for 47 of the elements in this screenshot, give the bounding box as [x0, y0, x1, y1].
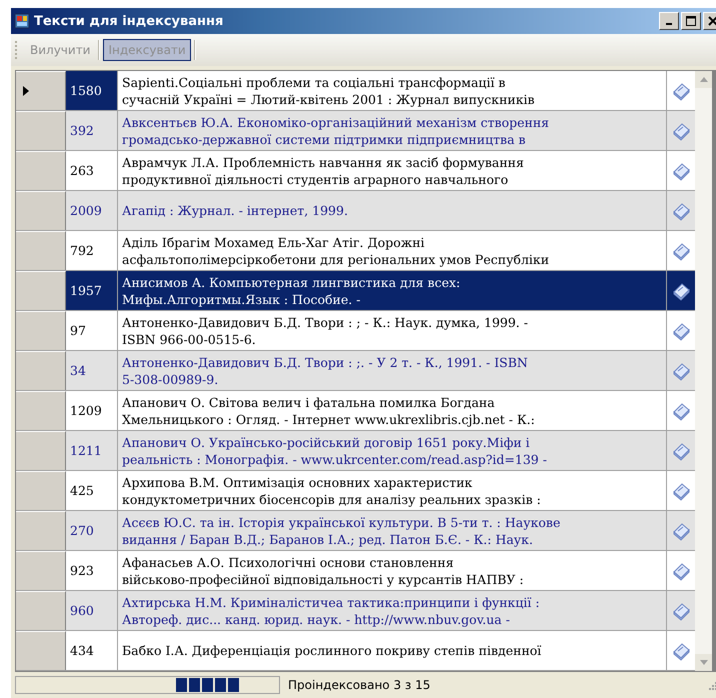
progress-blocks-drawing: [176, 678, 239, 692]
table-cell: Апанович О. Світова велич і фатальна помилка Богдана Хмельницького : Огляд. - Інтернет www.ukrexlibris.cjb.net - К.:: [118, 391, 667, 430]
minimize-icon: [666, 23, 672, 25]
minimize-button[interactable]: [659, 12, 679, 30]
resize-grip-icon: [707, 680, 716, 690]
scrollbar[interactable]: [695, 71, 712, 671]
table-cell: Аділь Ібрагім Мохамед Ель-Хаг Атіг. Дорожні асфальтополімерсіркобетони для регіональних умов Республіки: [118, 231, 667, 270]
grip-icon: [15, 40, 18, 60]
table-cell: 425: [66, 471, 118, 510]
table-cell: 2009: [66, 191, 118, 230]
maximize-button[interactable]: [681, 12, 701, 30]
table-cell: 434: [66, 631, 118, 670]
scroll-up-icon: [700, 77, 708, 82]
table-cell: Архипова В.М. Оптимізація основних характеристик кондуктометричних біосенсорів для аналізу реальних зразків :: [118, 471, 667, 510]
table-cell: 34: [66, 351, 118, 390]
table-cell: Антоненко-Давидович Б.Д. Твори : ;. - У 2 т. - К., 1991. - ISBN 5-308-00989-9.: [118, 351, 667, 390]
maximize-icon: [686, 16, 696, 26]
current-row-icon: [23, 86, 29, 96]
window-title: Тексти для індексування: [34, 14, 224, 28]
table-cell: 1957: [66, 271, 118, 310]
status-text: Проіндексовано 3 з 15: [288, 678, 432, 692]
close-icon: [708, 16, 716, 26]
table-cell: 1211: [66, 431, 118, 470]
table-cell: 792: [66, 231, 118, 270]
row-header[interactable]: [16, 71, 66, 110]
table-cell: Авксентьєв Ю.А. Економіко-організаційний механізм створення громадсько-державної системи підтримки підприємництва в: [118, 111, 667, 150]
app-icon: [14, 13, 30, 29]
table-cell: Аврамчук Л.А. Проблемність навчання як засіб формування продуктивної діяльності студентів аграрного навчального: [118, 151, 667, 190]
table-cell: 270: [66, 511, 118, 550]
table-cell: 97: [66, 311, 118, 350]
table-cell: Бабко І.А. Диференціація рослинного покриву степів південної: [118, 631, 667, 670]
table-cell: 1580: [66, 71, 118, 110]
table-cell: 263: [66, 151, 118, 190]
table-cell: 923: [66, 551, 118, 590]
table-cell: Антоненко-Давидович Б.Д. Твори : ; - К.: Наук. думка, 1999. - ISBN 966-00-0515-6.: [118, 311, 667, 350]
table-cell: Анисимов А. Компьютерная лингвистика для всех: Мифы.Алгоритмы.Язык : Пособие. -: [118, 271, 667, 310]
table-cell: 960: [66, 591, 118, 630]
table-cell: Агапід : Журнал. - інтернет, 1999.: [118, 191, 667, 230]
table-cell: Афанасьев А.О. Психологічні основи становлення військово-професійної відповідальності у курсантів НАПВУ :: [118, 551, 667, 590]
book-icon[interactable]: [671, 280, 691, 300]
table-cell: 1209: [66, 391, 118, 430]
table-cell: Апанович О. Українсько-російський договір 1651 року.Міфи і реальність : Монографія. - www.ukrcenter.com/read.asp?id=139 -: [118, 431, 667, 470]
scroll-down-icon: [700, 660, 708, 665]
table-cell: 392: [66, 111, 118, 150]
table-cell: Ахтирська Н.М. Криміналістичеа тактика:принципи і функції : Автореф. дис... канд. юрид. наук. - http://www.nbuv.gov.ua -: [118, 591, 667, 630]
table-cell: Асєєв Ю.С. та ін. Історія української культури. В 5-ти т. : Наукове видання / Баран В.Д.; Баранов І.А.; ред. Патон Б.Є. - К.: Наук.: [118, 511, 667, 550]
table-cell: Sapienti.Соціальні проблеми та соціальні трансформації в сучасній Україні = Лютий-квітень 2001 : Журнал випускників: [118, 71, 667, 110]
